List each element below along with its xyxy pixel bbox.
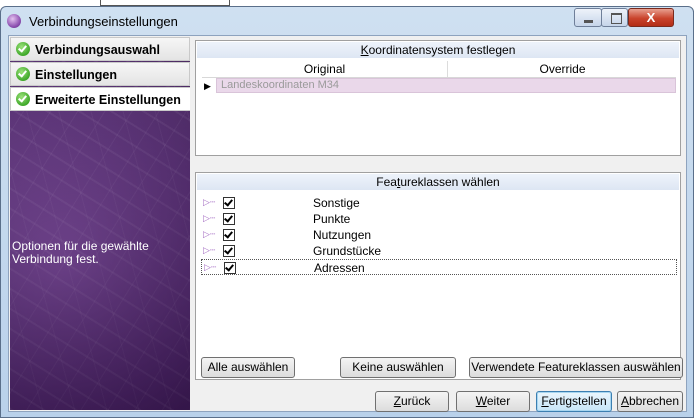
check-circle-icon bbox=[16, 42, 30, 56]
coordinate-system-cell[interactable]: Landeskoordinaten M34 bbox=[216, 78, 676, 93]
feature-label: Sonstige bbox=[313, 196, 360, 210]
feature-checkbox[interactable] bbox=[223, 245, 235, 257]
minimize-button[interactable] bbox=[574, 8, 602, 27]
feature-classes-panel: Featureklassen wählen ▷┄ Sonstige ▷┄ Pun… bbox=[195, 172, 681, 380]
step-label: Verbindungsauswahl bbox=[35, 43, 161, 57]
step-label: Erweiterte Einstellungen bbox=[35, 93, 181, 107]
close-icon: X bbox=[646, 10, 656, 25]
expand-icon[interactable]: ▷┄ bbox=[203, 229, 215, 240]
feature-class-tree: ▷┄ Sonstige ▷┄ Punkte ▷┄ Nutzungen ▷┄ Gr… bbox=[199, 195, 677, 275]
feature-item-selected[interactable]: ▷┄ Adressen bbox=[201, 259, 677, 275]
window-title: Verbindungseinstellungen bbox=[29, 14, 178, 29]
feature-checkbox[interactable] bbox=[223, 229, 235, 241]
feature-checkbox[interactable] bbox=[224, 262, 236, 274]
dialog-client: Verbindungsauswahl Einstellungen Erweite… bbox=[8, 35, 687, 412]
coordinate-panel-title: Koordinatensystem festlegen bbox=[197, 42, 679, 58]
step-erweiterte-einstellungen[interactable]: Erweiterte Einstellungen bbox=[10, 87, 190, 111]
minimize-icon bbox=[584, 20, 593, 23]
feature-label: Punkte bbox=[313, 212, 351, 226]
column-header-original[interactable]: Original bbox=[202, 61, 447, 77]
feature-item[interactable]: ▷┄ Nutzungen bbox=[199, 227, 677, 243]
select-all-button[interactable]: Alle auswählen bbox=[201, 357, 295, 378]
step-label: Einstellungen bbox=[35, 68, 117, 82]
expand-icon[interactable]: ▷┄ bbox=[203, 197, 215, 208]
wizard-sidebar: Verbindungsauswahl Einstellungen Erweite… bbox=[10, 37, 190, 410]
coordinate-system-panel: Koordinatensystem festlegen Original Ove… bbox=[195, 40, 681, 156]
app-icon bbox=[7, 14, 21, 28]
feature-label: Nutzungen bbox=[313, 228, 372, 242]
feature-item[interactable]: ▷┄ Sonstige bbox=[199, 195, 677, 211]
step-einstellungen[interactable]: Einstellungen bbox=[10, 62, 190, 86]
column-header-override[interactable]: Override bbox=[447, 61, 677, 77]
expand-icon[interactable]: ▷┄ bbox=[204, 262, 216, 273]
dialog-window: Verbindungseinstellungen X Verbindungsau… bbox=[0, 6, 694, 418]
select-used-feature-classes-button[interactable]: Verwendete Featureklassen auswählen bbox=[469, 357, 683, 378]
close-button[interactable]: X bbox=[628, 8, 674, 27]
step-description: Optionen für die gewählte Verbindung fes… bbox=[12, 239, 149, 266]
maximize-icon bbox=[611, 13, 622, 24]
expand-icon[interactable]: ▷┄ bbox=[203, 245, 215, 256]
next-button[interactable]: Weiter bbox=[456, 391, 530, 412]
back-button[interactable]: Zurück bbox=[375, 391, 449, 412]
feature-item[interactable]: ▷┄ Punkte bbox=[199, 211, 677, 227]
coordinate-grid-header: Original Override bbox=[202, 61, 676, 78]
finish-button[interactable]: Fertigstellen bbox=[536, 391, 612, 412]
expand-icon[interactable]: ▷┄ bbox=[203, 213, 215, 224]
feature-checkbox[interactable] bbox=[223, 213, 235, 225]
feature-label: Adressen bbox=[314, 261, 365, 275]
row-pointer-icon: ▶ bbox=[204, 81, 211, 91]
coordinate-row[interactable]: ▶ Landeskoordinaten M34 bbox=[202, 78, 676, 94]
feature-checkbox[interactable] bbox=[223, 197, 235, 209]
select-none-button[interactable]: Keine auswählen bbox=[340, 357, 456, 378]
wizard-steps: Verbindungsauswahl Einstellungen Erweite… bbox=[10, 37, 190, 112]
cancel-button[interactable]: Abbrechen bbox=[617, 391, 683, 412]
feature-label: Grundstücke bbox=[313, 244, 382, 258]
feature-panel-title: Featureklassen wählen bbox=[197, 174, 679, 190]
check-circle-icon bbox=[16, 92, 30, 106]
step-verbindungsauswahl[interactable]: Verbindungsauswahl bbox=[10, 37, 190, 61]
check-circle-icon bbox=[16, 67, 30, 81]
title-bar[interactable]: Verbindungseinstellungen X bbox=[1, 7, 693, 35]
maximize-button[interactable] bbox=[601, 8, 628, 27]
feature-item[interactable]: ▷┄ Grundstücke bbox=[199, 243, 677, 259]
